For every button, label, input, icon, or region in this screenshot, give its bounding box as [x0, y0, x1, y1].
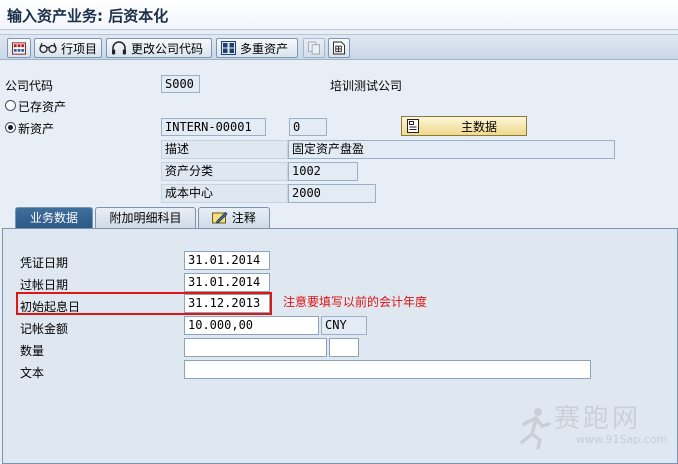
highlight-box — [16, 292, 272, 315]
document-date-field[interactable]: 31.01.2014 — [184, 251, 270, 270]
watermark: 赛跑网 www.91Sap.com — [516, 398, 676, 458]
multiple-assets-label: 多重资产 — [240, 41, 289, 56]
copy-button[interactable] — [303, 38, 325, 58]
tab-additional-details[interactable]: 附加明细科目 — [95, 207, 196, 229]
new-asset-radio[interactable] — [5, 122, 16, 133]
grid-icon — [221, 41, 236, 55]
multiple-assets-button[interactable]: 多重资产 — [216, 38, 298, 58]
text-label: 文本 — [20, 366, 45, 380]
annotation-note: 注意要填写以前的会计年度 — [283, 295, 428, 309]
line-items-button[interactable]: 行项目 — [34, 38, 102, 58]
master-data-label: 主数据 — [461, 119, 498, 134]
master-data-icon — [407, 119, 419, 133]
master-data-button[interactable]: 主数据 — [401, 116, 527, 136]
overview-icon — [12, 41, 26, 55]
change-company-code-label: 更改公司代码 — [131, 41, 204, 56]
watermark-brand: 赛跑网 — [554, 404, 642, 434]
tab-additional-details-label: 附加明细科目 — [109, 211, 182, 225]
tab-business-data-label: 业务数据 — [29, 211, 78, 225]
pencil-icon — [212, 211, 228, 224]
asset-class-field[interactable]: 1002 — [288, 162, 358, 181]
currency-field[interactable]: CNY — [321, 316, 367, 335]
cost-center-field[interactable]: 2000 — [288, 184, 376, 203]
quantity-label: 数量 — [20, 344, 45, 358]
unit-field[interactable] — [329, 338, 359, 357]
runner-logo-icon — [520, 408, 551, 450]
header-data-button[interactable] — [7, 38, 31, 58]
glasses-icon — [39, 42, 57, 54]
text-field[interactable] — [184, 360, 591, 379]
new-asset-label: 新资产 — [18, 122, 55, 136]
document-date-label: 凭证日期 — [20, 256, 69, 270]
amount-field[interactable]: 10.000,00 — [184, 316, 319, 335]
tab-strip: 业务数据 附加明细科目 注释 — [0, 207, 678, 229]
asset-number-field[interactable]: INTERN-00001 — [161, 118, 266, 136]
posting-date-field[interactable]: 31.01.2014 — [184, 273, 270, 292]
watermark-url: www.91Sap.com — [576, 433, 668, 446]
company-code-field[interactable]: S000 — [161, 75, 200, 93]
description-label: 描述 — [161, 140, 288, 159]
window-title: 输入资产业务: 后资本化 — [7, 7, 169, 25]
title-bar: 输入资产业务: 后资本化 — [0, 0, 678, 30]
sub-number-field[interactable]: 0 — [289, 118, 327, 136]
company-code-label: 公司代码 — [5, 79, 54, 93]
copy-icon — [308, 41, 320, 55]
company-name-text: 培训测试公司 — [330, 79, 403, 93]
quantity-field[interactable] — [184, 338, 327, 357]
amount-label: 记帐金额 — [20, 322, 69, 336]
application-toolbar: 行项目 更改公司代码 多重资产 — [0, 34, 678, 60]
description-field[interactable]: 固定资产盘盈 — [288, 140, 615, 159]
cost-center-label: 成本中心 — [161, 184, 288, 203]
change-company-code-button[interactable]: 更改公司代码 — [106, 38, 212, 58]
display-document-button[interactable] — [328, 38, 350, 58]
tab-notes[interactable]: 注释 — [198, 207, 270, 229]
tab-business-data[interactable]: 业务数据 — [15, 207, 93, 229]
existing-asset-label: 已存资产 — [18, 100, 67, 114]
line-items-label: 行项目 — [60, 41, 97, 56]
posting-date-label: 过帐日期 — [20, 278, 69, 292]
document-icon — [333, 41, 345, 55]
headphones-icon — [112, 41, 126, 55]
tab-notes-label: 注释 — [231, 211, 256, 225]
existing-asset-radio[interactable] — [5, 100, 16, 111]
asset-class-label: 资产分类 — [161, 162, 288, 181]
